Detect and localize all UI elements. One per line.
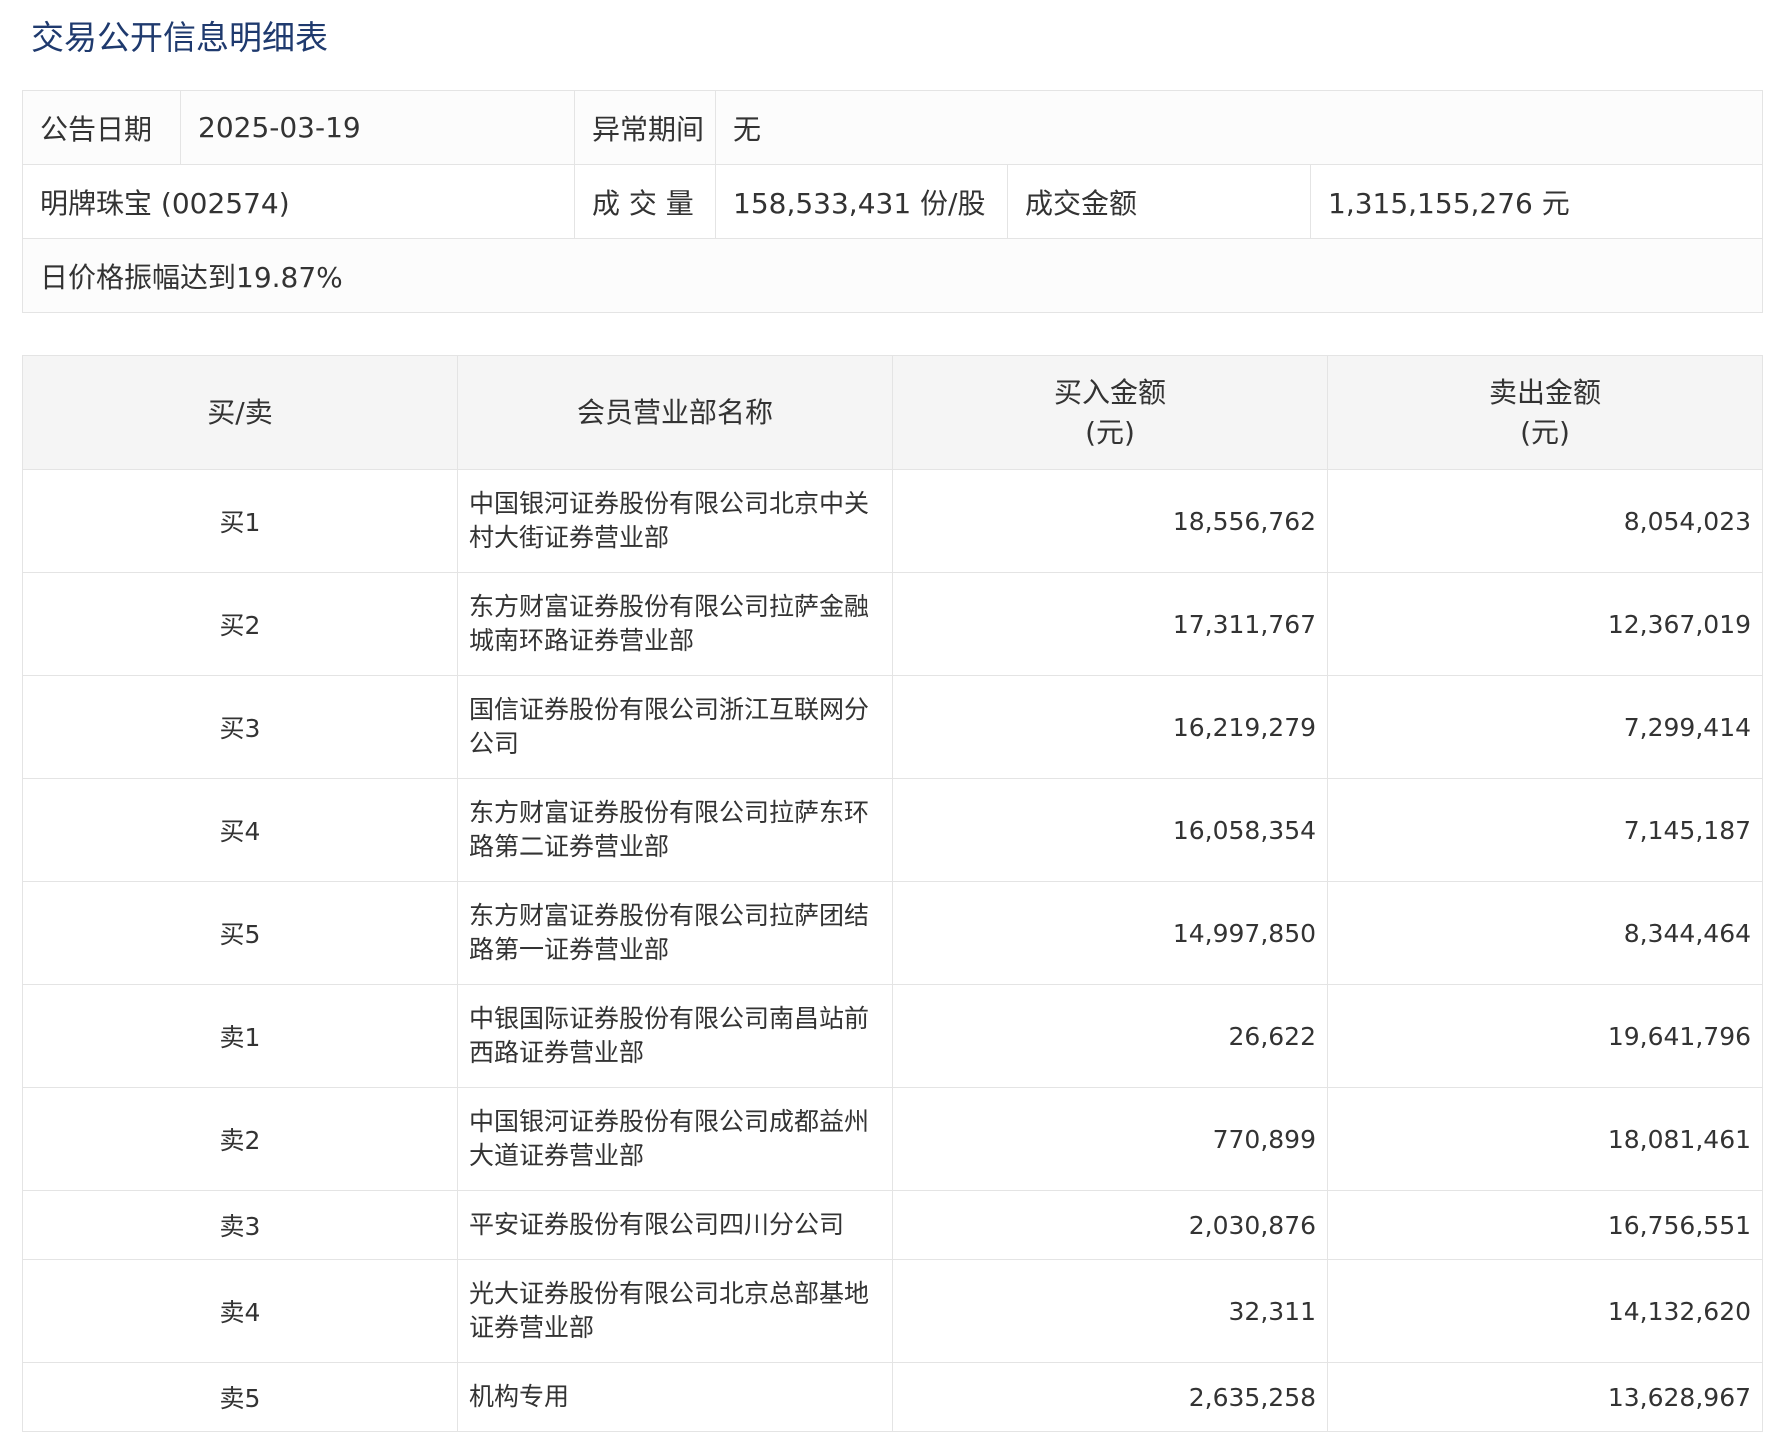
row-buy-amount: 16,058,354 — [892, 778, 1328, 882]
summary-row-trade: 明牌珠宝 (002574) 成 交 量 158,533,431 份/股 成交金额… — [22, 164, 1764, 239]
row-member-name: 中银国际证券股份有限公司南昌站前西路证券营业部 — [457, 984, 893, 1088]
header-buy-amount: 买入金额 (元) — [892, 355, 1328, 470]
row-buy-amount: 770,899 — [892, 1087, 1328, 1191]
row-sell-amount: 7,145,187 — [1327, 778, 1763, 882]
row-member-name: 光大证券股份有限公司北京总部基地证券营业部 — [457, 1259, 893, 1363]
page: 交易公开信息明细表 公告日期 2025-03-19 异常期间 无 明牌珠宝 (0… — [0, 0, 1776, 1440]
row-side: 买4 — [22, 778, 458, 882]
amount-value: 1,315,155,276 元 — [1309, 164, 1764, 239]
header-member: 会员营业部名称 — [457, 355, 893, 470]
row-buy-amount: 2,030,876 — [892, 1190, 1328, 1260]
announce-date-value: 2025-03-19 — [180, 90, 575, 165]
row-side: 卖1 — [22, 984, 458, 1088]
row-side: 卖3 — [22, 1190, 458, 1260]
row-buy-amount: 26,622 — [892, 984, 1328, 1088]
row-side: 卖5 — [22, 1362, 458, 1432]
row-side: 买3 — [22, 675, 458, 779]
summary-table: 公告日期 2025-03-19 异常期间 无 明牌珠宝 (002574) 成 交… — [21, 90, 1764, 313]
table-row: 卖3 平安证券股份有限公司四川分公司 2,030,876 16,756,551 — [22, 1190, 1763, 1260]
row-side: 卖4 — [22, 1259, 458, 1363]
summary-row-reason: 日价格振幅达到19.87% — [21, 238, 1764, 313]
row-buy-amount: 14,997,850 — [892, 881, 1328, 985]
table-row: 卖1 中银国际证券股份有限公司南昌站前西路证券营业部 26,622 19,641… — [22, 984, 1763, 1088]
announce-date-label: 公告日期 — [22, 90, 181, 165]
table-row: 买5 东方财富证券股份有限公司拉萨团结路第一证券营业部 14,997,850 8… — [22, 881, 1763, 985]
table-row: 买2 东方财富证券股份有限公司拉萨金融城南环路证券营业部 17,311,767 … — [22, 572, 1763, 676]
table-row: 买3 国信证券股份有限公司浙江互联网分公司 16,219,279 7,299,4… — [22, 675, 1763, 779]
row-buy-amount: 18,556,762 — [892, 469, 1328, 573]
trade-detail-table: 买/卖 会员营业部名称 买入金额 (元) 卖出金额 (元) 买1 中国银河证券股… — [22, 355, 1763, 1432]
row-member-name: 东方财富证券股份有限公司拉萨团结路第一证券营业部 — [457, 881, 893, 985]
amount-label: 成交金额 — [1007, 164, 1311, 239]
header-sell-amount: 卖出金额 (元) — [1327, 355, 1763, 470]
header-side: 买/卖 — [22, 355, 458, 470]
row-member-name: 国信证券股份有限公司浙江互联网分公司 — [457, 675, 893, 779]
row-member-name: 东方财富证券股份有限公司拉萨东环路第二证券营业部 — [457, 778, 893, 882]
row-side: 买1 — [22, 469, 458, 573]
stock-name: 明牌珠宝 (002574) — [22, 164, 575, 239]
row-sell-amount: 13,628,967 — [1327, 1362, 1763, 1432]
table-row: 卖4 光大证券股份有限公司北京总部基地证券营业部 32,311 14,132,6… — [22, 1259, 1763, 1363]
row-side: 买5 — [22, 881, 458, 985]
table-row: 卖5 机构专用 2,635,258 13,628,967 — [22, 1362, 1763, 1432]
row-buy-amount: 17,311,767 — [892, 572, 1328, 676]
summary-row-date: 公告日期 2025-03-19 异常期间 无 — [22, 90, 1764, 165]
abnormal-period-value: 无 — [714, 90, 1764, 165]
abnormal-period-label: 异常期间 — [574, 90, 716, 165]
row-member-name: 机构专用 — [457, 1362, 893, 1432]
row-sell-amount: 12,367,019 — [1327, 572, 1763, 676]
row-member-name: 中国银河证券股份有限公司北京中关村大街证券营业部 — [457, 469, 893, 573]
row-member-name: 平安证券股份有限公司四川分公司 — [457, 1190, 893, 1260]
row-sell-amount: 14,132,620 — [1327, 1259, 1763, 1363]
row-sell-amount: 18,081,461 — [1327, 1087, 1763, 1191]
table-header-row: 买/卖 会员营业部名称 买入金额 (元) 卖出金额 (元) — [22, 355, 1763, 470]
page-title: 交易公开信息明细表 — [31, 18, 328, 57]
row-buy-amount: 32,311 — [892, 1259, 1328, 1363]
row-member-name: 东方财富证券股份有限公司拉萨金融城南环路证券营业部 — [457, 572, 893, 676]
volume-label: 成 交 量 — [574, 164, 716, 239]
volume-value: 158,533,431 份/股 — [715, 164, 1008, 239]
row-buy-amount: 2,635,258 — [892, 1362, 1328, 1432]
row-side: 买2 — [22, 572, 458, 676]
table-row: 买4 东方财富证券股份有限公司拉萨东环路第二证券营业部 16,058,354 7… — [22, 778, 1763, 882]
table-row: 卖2 中国银河证券股份有限公司成都益州大道证券营业部 770,899 18,08… — [22, 1087, 1763, 1191]
row-sell-amount: 8,054,023 — [1327, 469, 1763, 573]
row-sell-amount: 8,344,464 — [1327, 881, 1763, 985]
row-side: 卖2 — [22, 1087, 458, 1191]
abnormal-reason: 日价格振幅达到19.87% — [21, 238, 1764, 313]
row-member-name: 中国银河证券股份有限公司成都益州大道证券营业部 — [457, 1087, 893, 1191]
row-buy-amount: 16,219,279 — [892, 675, 1328, 779]
row-sell-amount: 16,756,551 — [1327, 1190, 1763, 1260]
row-sell-amount: 19,641,796 — [1327, 984, 1763, 1088]
table-row: 买1 中国银河证券股份有限公司北京中关村大街证券营业部 18,556,762 8… — [22, 469, 1763, 573]
row-sell-amount: 7,299,414 — [1327, 675, 1763, 779]
